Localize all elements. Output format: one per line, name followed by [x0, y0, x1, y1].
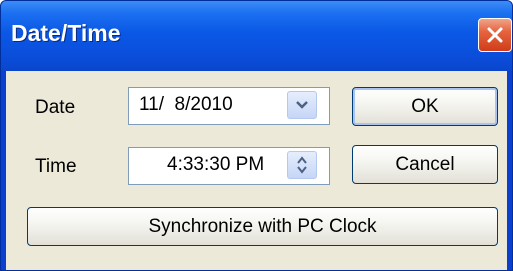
title-bar[interactable]: Date/Time [1, 1, 512, 71]
ok-button[interactable]: OK [352, 87, 498, 126]
time-spinner[interactable]: 4:33:30 PM [128, 147, 330, 185]
time-label: Time [35, 156, 77, 177]
date-time-dialog: Date/Time Date 11/ 8/2010 OK Time 4:33:3… [0, 0, 513, 271]
dialog-title: Date/Time [11, 20, 121, 46]
dialog-body: Date 11/ 8/2010 OK Time 4:33:30 PM Cance… [6, 71, 507, 270]
up-down-arrows-icon [297, 156, 307, 174]
close-icon [487, 27, 503, 43]
time-value: 4:33:30 PM [167, 154, 265, 175]
cancel-button[interactable]: Cancel [352, 145, 498, 184]
date-dropdown-button[interactable] [287, 91, 317, 119]
date-dropdown[interactable]: 11/ 8/2010 [128, 87, 330, 125]
date-value: 11/ 8/2010 [139, 94, 233, 115]
close-button[interactable] [478, 18, 512, 52]
synchronize-button[interactable]: Synchronize with PC Clock [27, 207, 498, 246]
chevron-down-icon [296, 101, 308, 109]
time-spinner-button[interactable] [287, 151, 317, 179]
date-label: Date [35, 97, 76, 118]
